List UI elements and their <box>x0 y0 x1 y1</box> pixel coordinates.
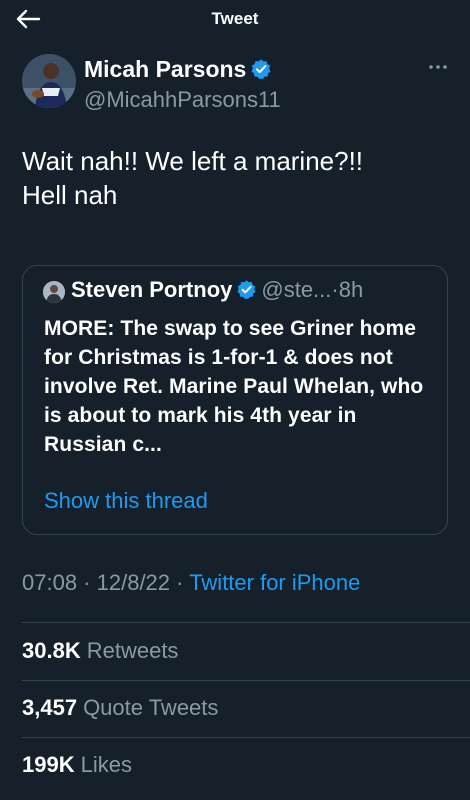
likes-label: Likes <box>80 752 132 777</box>
tweet-text: Wait nah!! We left a marine?!! Hell nah <box>22 146 364 210</box>
page-title: Tweet <box>211 9 259 28</box>
quoted-tweet-card[interactable]: Steven Portnoy @ste...·8h MORE: The swap … <box>22 265 448 535</box>
avatar[interactable] <box>22 54 76 108</box>
author-name-text: Micah Parsons <box>84 56 247 82</box>
quoted-tweet-header: Steven Portnoy @ste...·8h <box>71 277 441 306</box>
tweet-time: 07:08 <box>22 570 78 595</box>
quoted-tweet-text: MORE: The swap to see Griner home for Ch… <box>44 317 424 456</box>
quote-tweets-label: Quote Tweets <box>83 695 219 720</box>
likes-count: 199K <box>22 752 75 777</box>
likes-stat[interactable]: 199K Likes <box>22 752 132 778</box>
divider <box>22 622 470 623</box>
verified-badge-icon <box>236 279 257 306</box>
quote-tweets-stat[interactable]: 3,457 Quote Tweets <box>22 695 218 721</box>
quoted-avatar <box>43 281 65 303</box>
retweets-label: Retweets <box>86 638 179 663</box>
more-options-button[interactable] <box>426 60 450 74</box>
more-horizontal-icon <box>429 65 447 69</box>
show-thread-link[interactable]: Show this thread <box>44 488 208 514</box>
meta-separator: · <box>77 570 97 595</box>
meta-separator: · <box>170 570 190 595</box>
divider <box>22 680 470 681</box>
quoted-timestamp: 8h <box>338 277 364 302</box>
quote-tweets-count: 3,457 <box>22 695 78 720</box>
tweet-meta: 07:08 · 12/8/22 · Twitter for iPhone <box>22 570 360 596</box>
quoted-separator: · <box>331 277 339 302</box>
avatar-image <box>22 54 76 108</box>
divider <box>22 737 470 738</box>
tweet-source-link[interactable]: Twitter for iPhone <box>189 570 360 595</box>
top-bar: Tweet <box>0 0 470 40</box>
quoted-author-name: Steven Portnoy <box>71 277 233 302</box>
author-name[interactable]: Micah Parsons <box>84 56 272 86</box>
retweets-stat[interactable]: 30.8K Retweets <box>22 638 178 664</box>
retweets-count: 30.8K <box>22 638 81 663</box>
tweet-date: 12/8/22 <box>96 570 171 595</box>
quoted-author-handle: @ste... <box>261 277 332 302</box>
tweet-author: Micah Parsons @MicahhParsons11 <box>22 54 452 114</box>
verified-badge-icon <box>250 58 272 86</box>
quoted-avatar-image <box>43 281 65 303</box>
author-handle[interactable]: @MicahhParsons11 <box>84 87 281 113</box>
